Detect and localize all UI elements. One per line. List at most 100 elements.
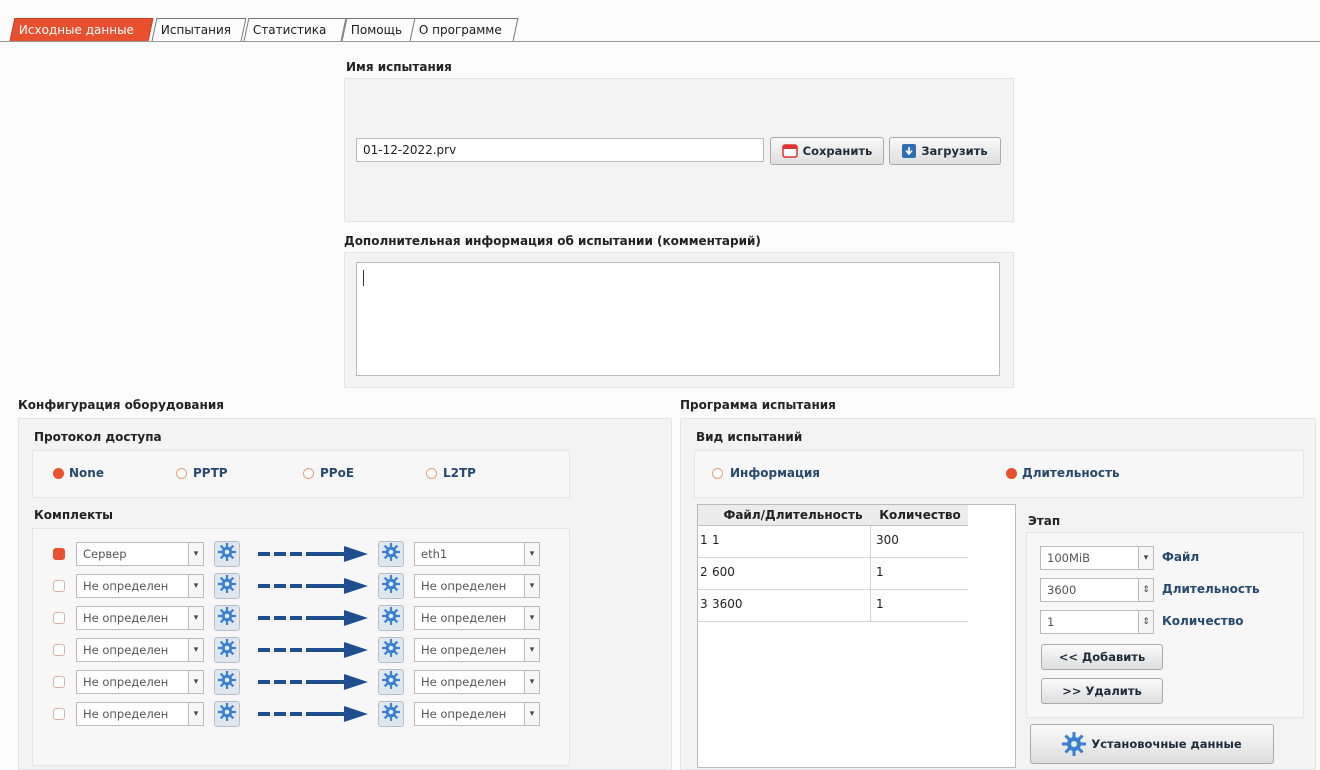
kit-right-settings-button[interactable]	[378, 701, 404, 727]
kit-right-combo[interactable]: Не определен ▾	[414, 702, 540, 726]
table-col-divider	[870, 590, 871, 622]
tab-statistics[interactable]: Статистика	[243, 18, 347, 41]
kit-checkbox[interactable]	[53, 612, 65, 624]
row-file-cell[interactable]: 3600	[712, 597, 743, 611]
kit-right-combo[interactable]: Не определен ▾	[414, 670, 540, 694]
save-button[interactable]: Сохранить	[770, 137, 884, 165]
arrow-right-icon	[258, 706, 368, 722]
kit-left-combo[interactable]: Не определен ▾	[76, 606, 204, 630]
chevron-down-icon: ▾	[524, 671, 539, 693]
row-count-cell[interactable]: 300	[876, 533, 899, 547]
tab-help[interactable]: Помощь	[341, 18, 419, 41]
stage-file-combo[interactable]: 100MiB ▾	[1040, 546, 1154, 570]
kit-checkbox[interactable]	[53, 708, 65, 720]
kit-left-combo[interactable]: Не определен ▾	[76, 702, 204, 726]
spin-arrows-icon: ⇕	[1138, 579, 1153, 601]
chevron-down-icon: ▾	[524, 607, 539, 629]
gear-icon	[218, 671, 236, 693]
kit-right-settings-button[interactable]	[378, 541, 404, 567]
protocol-label: Протокол доступа	[34, 430, 162, 444]
kit-left-settings-button[interactable]	[214, 637, 240, 663]
gear-icon	[218, 543, 236, 565]
hardware-title: Конфигурация оборудования	[18, 398, 224, 412]
tab-source-data[interactable]: Исходные данные	[9, 18, 154, 41]
protocol-l2tp-radio[interactable]	[426, 468, 437, 479]
gear-icon	[218, 639, 236, 661]
kit-left-settings-button[interactable]	[214, 669, 240, 695]
kit-right-combo[interactable]: Не определен ▾	[414, 574, 540, 598]
load-label: Загрузить	[921, 144, 988, 158]
row-number: 2	[700, 565, 708, 579]
load-button[interactable]: Загрузить	[889, 137, 1001, 165]
test-name-input[interactable]: 01-12-2022.prv	[356, 138, 764, 162]
row-file-cell[interactable]: 1	[712, 533, 720, 547]
gear-icon	[382, 671, 400, 693]
kit-checkbox[interactable]	[53, 644, 65, 656]
row-file-cell[interactable]: 600	[712, 565, 735, 579]
test-type-info-radio[interactable]	[712, 468, 723, 479]
row-count-cell[interactable]: 1	[876, 565, 884, 579]
kit-left-combo[interactable]: Не определен ▾	[76, 670, 204, 694]
protocol-pptp-radio[interactable]	[176, 468, 187, 479]
test-type-label: Вид испытаний	[696, 430, 803, 444]
kit-right-combo[interactable]: Не определен ▾	[414, 638, 540, 662]
kit-right-settings-button[interactable]	[378, 637, 404, 663]
table-row-bg	[698, 526, 968, 558]
chevron-down-icon: ▾	[188, 575, 203, 597]
tab-tests[interactable]: Испытания	[151, 18, 247, 41]
kit-checkbox[interactable]	[53, 580, 65, 592]
kits-label: Комплекты	[34, 508, 114, 522]
arrow-right-icon	[258, 546, 368, 562]
kit-right-combo[interactable]: eth1 ▾	[414, 542, 540, 566]
arrow-right-icon	[258, 674, 368, 690]
kit-checkbox[interactable]	[53, 676, 65, 688]
table-row-bg	[698, 558, 968, 590]
kit-left-settings-button[interactable]	[214, 701, 240, 727]
kit-right-combo[interactable]: Не определен ▾	[414, 606, 540, 630]
protocol-none-label: None	[69, 466, 104, 480]
kit-left-settings-button[interactable]	[214, 573, 240, 599]
protocol-ppoe-radio[interactable]	[303, 468, 314, 479]
add-button[interactable]: << Добавить	[1041, 644, 1163, 670]
comment-textarea[interactable]	[356, 262, 1000, 376]
row-count-cell[interactable]: 1	[876, 597, 884, 611]
text-cursor	[363, 270, 364, 286]
remove-button[interactable]: >> Удалить	[1041, 678, 1163, 704]
kit-left-settings-button[interactable]	[214, 541, 240, 567]
kit-left-combo[interactable]: Сервер ▾	[76, 542, 204, 566]
setup-data-button[interactable]: Установочные данные	[1030, 724, 1274, 764]
test-type-info-label: Информация	[730, 466, 820, 480]
table-col-divider	[870, 558, 871, 590]
protocol-none-radio[interactable]	[53, 468, 64, 479]
kit-checkbox[interactable]	[53, 548, 65, 560]
gear-icon	[1062, 732, 1087, 756]
arrow-right-icon	[258, 610, 368, 626]
spin-arrows-icon: ⇕	[1138, 611, 1153, 633]
gear-icon	[382, 575, 400, 597]
save-label: Сохранить	[802, 144, 873, 158]
kit-left-combo[interactable]: Не определен ▾	[76, 574, 204, 598]
stage-duration-spinbox[interactable]: 3600 ⇕	[1040, 578, 1154, 602]
kit-right-settings-button[interactable]	[378, 573, 404, 599]
program-title: Программа испытания	[680, 398, 836, 412]
tab-divider	[0, 41, 1320, 42]
gear-icon	[218, 575, 236, 597]
kit-right-settings-button[interactable]	[378, 669, 404, 695]
gear-icon	[218, 703, 236, 725]
protocol-pptp-label: PPTP	[193, 466, 228, 480]
tab-about[interactable]: О программе	[409, 18, 519, 41]
stage-duration-label: Длительность	[1162, 582, 1260, 596]
test-type-duration-radio[interactable]	[1006, 468, 1017, 479]
stage-count-spinbox[interactable]: 1 ⇕	[1040, 610, 1154, 634]
row-number: 1	[700, 533, 708, 547]
comment-label: Дополнительная информация об испытании (…	[344, 234, 761, 248]
kit-left-combo[interactable]: Не определен ▾	[76, 638, 204, 662]
kit-right-settings-button[interactable]	[378, 605, 404, 631]
download-icon	[902, 144, 917, 158]
kit-left-settings-button[interactable]	[214, 605, 240, 631]
tab-bar: Исходные данные Испытания Статистика Пом…	[0, 14, 1320, 42]
gear-icon	[382, 543, 400, 565]
test-name-label: Имя испытания	[346, 60, 452, 74]
gear-icon	[382, 639, 400, 661]
chevron-down-icon: ▾	[188, 639, 203, 661]
